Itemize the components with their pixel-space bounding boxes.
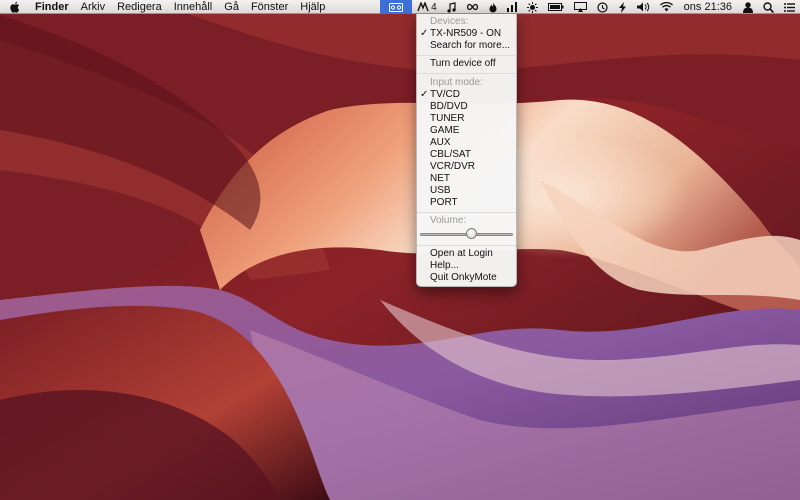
music-note-icon[interactable] <box>442 0 461 14</box>
volume-icon[interactable] <box>632 0 655 14</box>
menu-hjalp[interactable]: Hjälp <box>294 0 331 14</box>
menu-bar: Finder Arkiv Redigera Innehåll Gå Fönste… <box>0 0 800 14</box>
device-item[interactable]: ✓ TX-NR509 - ON <box>417 28 516 40</box>
search-more-item[interactable]: Search for more... <box>417 40 516 52</box>
notification-count: 4 <box>431 1 437 13</box>
input-item-port[interactable]: PORT <box>417 197 516 209</box>
apple-menu-icon[interactable] <box>8 0 21 14</box>
app-4-icon[interactable]: 4 <box>412 0 442 14</box>
lightning-icon[interactable] <box>613 0 632 14</box>
infinity-icon[interactable] <box>461 0 484 14</box>
input-item-tv-cd[interactable]: ✓ TV/CD <box>417 89 516 101</box>
menu-arkiv[interactable]: Arkiv <box>75 0 111 14</box>
input-item-bd-dvd[interactable]: BD/DVD <box>417 101 516 113</box>
volume-header: Volume: <box>430 215 467 226</box>
battery-icon[interactable] <box>543 0 569 14</box>
menu-app-finder[interactable]: Finder <box>29 0 75 14</box>
bars-icon[interactable] <box>502 0 522 14</box>
brightness-icon[interactable] <box>522 0 543 14</box>
input-item-cbl-sat[interactable]: CBL/SAT <box>417 149 516 161</box>
checkmark-icon: ✓ <box>420 28 429 39</box>
input-item-tuner[interactable]: TUNER <box>417 113 516 125</box>
checkmark-icon: ✓ <box>420 89 429 100</box>
menu-fonster[interactable]: Fönster <box>245 0 294 14</box>
input-mode-header: Input mode: <box>430 77 483 88</box>
flame-icon[interactable] <box>484 0 502 14</box>
input-item-net[interactable]: NET <box>417 173 516 185</box>
airplay-icon[interactable] <box>569 0 592 14</box>
menu-separator <box>417 55 516 56</box>
time-machine-icon[interactable] <box>592 0 613 14</box>
menu-separator <box>417 73 516 74</box>
device-label: TX-NR509 - ON <box>430 28 502 39</box>
volume-slider-knob[interactable] <box>466 228 478 239</box>
help-item[interactable]: Help... <box>417 260 516 272</box>
menu-redigera[interactable]: Redigera <box>111 0 168 14</box>
input-item-game[interactable]: GAME <box>417 125 516 137</box>
turn-off-item[interactable]: Turn device off <box>417 58 516 70</box>
wifi-icon[interactable] <box>655 0 678 14</box>
menu-separator <box>417 212 516 213</box>
status-area: 4 ons 21:36 <box>380 0 800 14</box>
open-at-login-item[interactable]: Open at Login <box>417 248 516 260</box>
menu-ga[interactable]: Gå <box>218 0 245 14</box>
user-icon[interactable] <box>738 0 758 14</box>
onkymote-status-icon[interactable] <box>380 0 413 14</box>
quit-item[interactable]: Quit OnkyMote <box>417 272 516 284</box>
devices-header: Devices: <box>430 16 469 27</box>
menu-innehall[interactable]: Innehåll <box>168 0 219 14</box>
input-item-aux[interactable]: AUX <box>417 137 516 149</box>
input-item-vcr-dvr[interactable]: VCR/DVR <box>417 161 516 173</box>
input-item-usb[interactable]: USB <box>417 185 516 197</box>
search-icon[interactable] <box>758 0 779 14</box>
input-label: TV/CD <box>430 89 460 100</box>
list-icon[interactable] <box>779 0 800 14</box>
onkymote-menu: Devices: ✓ TX-NR509 - ON Search for more… <box>416 14 517 287</box>
menu-separator <box>417 245 516 246</box>
menu-clock[interactable]: ons 21:36 <box>678 0 738 14</box>
desktop-wallpaper <box>0 0 800 500</box>
